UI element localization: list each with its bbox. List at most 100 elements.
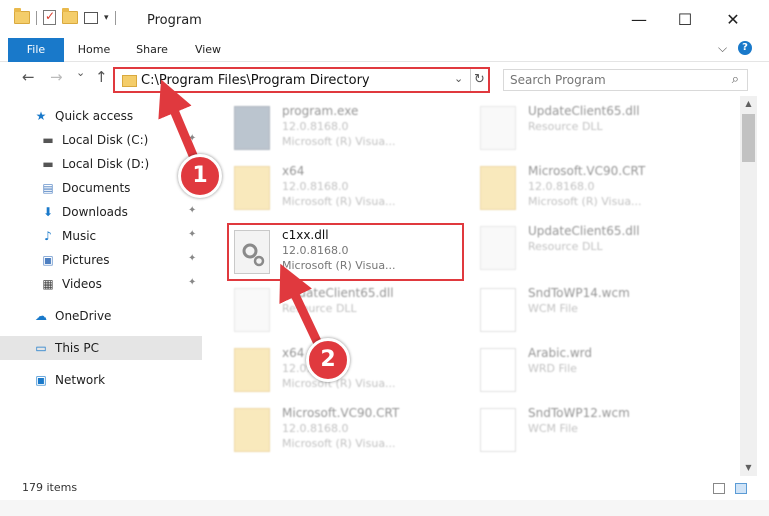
status-bar: 179 items — [0, 476, 769, 500]
folder-icon — [234, 408, 270, 452]
sidebar-item-label: Documents — [62, 181, 131, 195]
sidebar-item-label: Music — [62, 229, 97, 243]
new-folder-icon[interactable] — [62, 8, 78, 24]
sidebar-item-local-disk-c[interactable]: ▬ Local Disk (C:) ✦ — [0, 128, 202, 152]
help-icon[interactable]: ? — [738, 41, 752, 55]
file-type: Resource DLL — [282, 302, 357, 315]
sidebar-item-this-pc[interactable]: ▭ This PC — [0, 336, 202, 360]
file-name: SndToWP12.wcm — [528, 406, 630, 420]
list-item[interactable]: UpdateClient65.dll Resource DLL — [472, 220, 712, 276]
file-name: Arabic.wrd — [528, 346, 593, 360]
list-item[interactable]: SndToWP14.wcm WCM File — [472, 282, 712, 338]
up-button[interactable]: ↑ — [95, 68, 108, 86]
folder-icon — [14, 8, 30, 24]
folder-icon — [480, 166, 516, 210]
sidebar-item-documents[interactable]: ▤ Documents ✦ — [0, 176, 202, 200]
chevron-down-icon[interactable]: ⌄ — [454, 72, 463, 85]
sidebar-item-label: Pictures — [62, 253, 110, 267]
list-item[interactable]: Arabic.wrd WRD File — [472, 342, 712, 398]
file-name: Microsoft.VC90.CRT — [528, 164, 646, 178]
file-description: Microsoft (R) Visua... — [528, 195, 642, 208]
sidebar-item-label: Downloads — [62, 205, 128, 219]
file-name: UpdateClient65.dll — [282, 286, 394, 300]
pin-icon[interactable]: ✦ — [188, 205, 196, 216]
close-button[interactable]: ✕ — [710, 0, 756, 38]
dll-file-icon — [480, 106, 516, 150]
file-highlight-box — [227, 223, 464, 281]
sidebar-item-onedrive[interactable]: ☁ OneDrive — [0, 304, 202, 328]
document-file-icon — [480, 408, 516, 452]
folder-icon — [122, 75, 137, 87]
properties-icon[interactable] — [43, 9, 56, 25]
file-version: 12.0.8168.0 — [528, 180, 595, 193]
sidebar-item-network[interactable]: ▣ Network — [0, 368, 202, 392]
sidebar-item-music[interactable]: ♪ Music ✦ — [0, 224, 202, 248]
chevron-down-icon[interactable]: ⌵ — [718, 41, 727, 56]
scroll-up-icon[interactable]: ▲ — [740, 96, 757, 112]
search-box[interactable]: ⌕ — [503, 69, 748, 91]
window-bottom-edge — [0, 500, 769, 516]
title-bar: ▾ Program — ☐ ✕ — [0, 0, 769, 38]
refresh-button[interactable]: ↻ — [470, 69, 488, 91]
scroll-down-icon[interactable]: ▼ — [740, 460, 757, 476]
pin-icon[interactable]: ✦ — [188, 133, 196, 144]
file-type: Resource DLL — [528, 240, 603, 253]
address-path[interactable]: C:\Program Files\Program Directory — [141, 73, 370, 88]
list-item[interactable]: UpdateClient65.dll Resource DLL — [226, 282, 466, 338]
navigation-bar: ← → ⌄ ↑ C:\Program Files\Program Directo… — [0, 62, 769, 96]
address-bar[interactable]: C:\Program Files\Program Directory ⌄ ↻ — [113, 67, 490, 93]
star-icon: ★ — [35, 109, 47, 123]
sidebar-item-pictures[interactable]: ▣ Pictures ✦ — [0, 248, 202, 272]
pin-icon[interactable]: ✦ — [188, 229, 196, 240]
exe-file-icon — [234, 106, 270, 150]
file-name: UpdateClient65.dll — [528, 224, 640, 238]
music-icon: ♪ — [44, 229, 52, 243]
list-item[interactable]: UpdateClient65.dll Resource DLL — [472, 100, 712, 156]
customize-toolbar-icon[interactable]: ▾ — [104, 13, 109, 23]
vertical-scrollbar[interactable]: ▲ ▼ — [740, 96, 757, 476]
sidebar-item-quick-access[interactable]: ★ Quick access — [0, 104, 202, 128]
pin-icon[interactable]: ✦ — [188, 277, 196, 288]
sidebar-item-videos[interactable]: ▦ Videos ✦ — [0, 272, 202, 296]
list-item[interactable]: Microsoft.VC90.CRT 12.0.8168.0 Microsoft… — [472, 160, 712, 216]
search-input[interactable] — [504, 70, 714, 90]
list-item[interactable]: SndToWP12.wcm WCM File — [472, 402, 712, 458]
toolbar-divider — [36, 10, 37, 25]
sidebar-item-label: Network — [55, 373, 106, 387]
sidebar-item-downloads[interactable]: ⬇ Downloads ✦ — [0, 200, 202, 224]
file-type: WRD File — [528, 362, 577, 375]
large-icons-view-icon[interactable] — [735, 483, 747, 494]
back-button[interactable]: ← — [22, 68, 35, 86]
file-type: Resource DLL — [528, 120, 603, 133]
maximize-button[interactable]: ☐ — [662, 0, 708, 38]
tab-share[interactable]: Share — [128, 38, 176, 62]
drive-icon: ▬ — [42, 157, 54, 171]
view-list-icon[interactable] — [84, 11, 98, 24]
sidebar-item-label: This PC — [55, 341, 99, 355]
list-item[interactable]: x64 12.0.8168.0 Microsoft (R) Visua... — [226, 160, 466, 216]
minimize-button[interactable]: — — [616, 0, 662, 38]
recent-locations-button[interactable]: ⌄ — [76, 66, 85, 79]
window-title: Program — [147, 13, 202, 28]
list-item[interactable]: program.exe 12.0.8168.0 Microsoft (R) Vi… — [226, 100, 466, 156]
item-count: 179 items — [22, 481, 78, 494]
file-list: program.exe 12.0.8168.0 Microsoft (R) Vi… — [210, 96, 740, 470]
step-badge-1: 1 — [178, 154, 222, 198]
file-name: Microsoft.VC90.CRT — [282, 406, 400, 420]
sidebar-item-label: Quick access — [55, 109, 134, 123]
details-view-icon[interactable] — [713, 483, 725, 494]
forward-button[interactable]: → — [50, 68, 63, 86]
scrollbar-thumb[interactable] — [742, 114, 755, 162]
sidebar-item-local-disk-d[interactable]: ▬ Local Disk (D:) — [0, 152, 202, 176]
file-name: UpdateClient65.dll — [528, 104, 640, 118]
file-name: program.exe — [282, 104, 359, 118]
tab-home[interactable]: Home — [70, 38, 118, 62]
list-item[interactable]: Microsoft.VC90.CRT 12.0.8168.0 Microsoft… — [226, 402, 466, 458]
search-icon[interactable]: ⌕ — [732, 72, 739, 87]
sidebar-item-label: Videos — [62, 277, 102, 291]
tab-view[interactable]: View — [184, 38, 232, 62]
file-type: WCM File — [528, 422, 578, 435]
file-version: 12.0.8168.0 — [282, 422, 349, 435]
drive-icon: ▬ — [42, 133, 54, 147]
pin-icon[interactable]: ✦ — [188, 253, 196, 264]
